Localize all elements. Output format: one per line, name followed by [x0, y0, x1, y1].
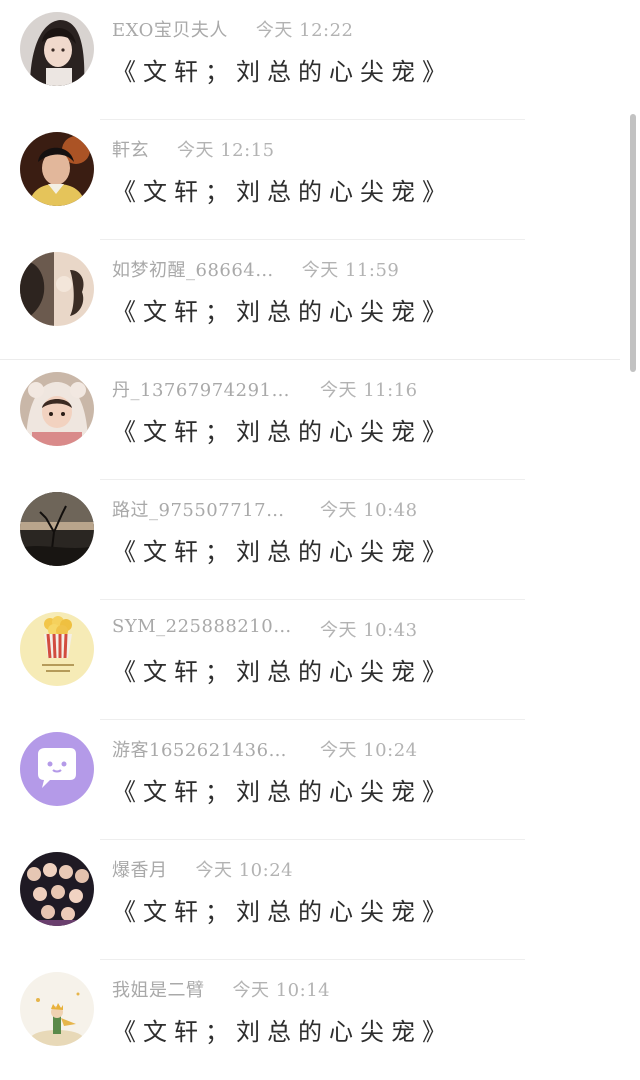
- girl-portrait-avatar[interactable]: [20, 12, 94, 86]
- silhouette-avatar[interactable]: [20, 252, 94, 326]
- child-avatar[interactable]: [20, 372, 94, 446]
- comment-meta: 路过_9755077171… 今天 10:48: [112, 496, 418, 524]
- comment-text: 《文轩；刘总的心尖宠》: [112, 778, 453, 806]
- comment-item[interactable]: SYM_22588821076… 今天 10:43 《文轩；刘总的心尖宠》: [0, 600, 620, 720]
- comment-item[interactable]: 丹_1376797429140… 今天 11:16 《文轩；刘总的心尖宠》: [0, 360, 620, 480]
- comment-text: 《文轩；刘总的心尖宠》: [112, 58, 453, 86]
- comment-item[interactable]: 路过_9755077171… 今天 10:48 《文轩；刘总的心尖宠》: [0, 480, 620, 600]
- timestamp: 今天 11:16: [320, 380, 418, 401]
- vertical-scrollbar[interactable]: [630, 114, 636, 372]
- little-prince-avatar[interactable]: [20, 972, 94, 1046]
- comment-meta: 游客16526214362… 今天 10:24: [112, 736, 418, 764]
- comment-meta: 我姐是二臂 今天 10:14: [112, 976, 330, 1004]
- comment-item[interactable]: EXO宝贝夫人 今天 12:22 《文轩；刘总的心尖宠》: [0, 0, 620, 120]
- comment-text: 《文轩；刘总的心尖宠》: [112, 658, 453, 686]
- comment-meta: 爆香月 今天 10:24: [112, 856, 293, 884]
- username[interactable]: 丹_1376797429140…: [112, 376, 292, 402]
- username[interactable]: 如梦初醒_68664…: [112, 256, 274, 282]
- username[interactable]: 游客16526214362…: [112, 736, 292, 762]
- comment-text: 《文轩；刘总的心尖宠》: [112, 418, 453, 446]
- timestamp: 今天 10:43: [320, 620, 418, 641]
- username[interactable]: EXO宝贝夫人: [112, 16, 228, 42]
- username[interactable]: 我姐是二臂: [112, 976, 205, 1002]
- comment-meta: SYM_22588821076… 今天 10:43: [112, 616, 418, 644]
- comment-meta: 丹_1376797429140… 今天 11:16: [112, 376, 418, 404]
- comment-text: 《文轩；刘总的心尖宠》: [112, 538, 453, 566]
- timestamp: 今天 10:24: [195, 860, 294, 881]
- username[interactable]: 路过_9755077171…: [112, 496, 292, 522]
- comment-text: 《文轩；刘总的心尖宠》: [112, 898, 453, 926]
- comment-meta: 軒玄 今天 12:15: [112, 136, 275, 164]
- username[interactable]: 爆香月: [112, 856, 168, 882]
- timestamp: 今天 10:24: [320, 740, 418, 761]
- comment-text: 《文轩；刘总的心尖宠》: [112, 178, 453, 206]
- dusk-landscape-avatar[interactable]: [20, 492, 94, 566]
- timestamp: 今天 12:15: [177, 140, 275, 161]
- comment-item[interactable]: 軒玄 今天 12:15 《文轩；刘总的心尖宠》: [0, 120, 620, 240]
- comment-item[interactable]: 我姐是二臂 今天 10:14 《文轩；刘总的心尖宠》: [0, 960, 620, 1080]
- comment-item[interactable]: 如梦初醒_68664… 今天 11:59 《文轩；刘总的心尖宠》: [0, 240, 620, 360]
- boy-portrait-avatar[interactable]: [20, 132, 94, 206]
- chat-bubble-avatar[interactable]: [20, 732, 94, 806]
- comment-text: 《文轩；刘总的心尖宠》: [112, 298, 453, 326]
- timestamp: 今天 11:59: [301, 260, 400, 281]
- timestamp: 今天 10:14: [232, 980, 331, 1001]
- comment-meta: 如梦初醒_68664… 今天 11:59: [112, 256, 399, 284]
- comment-meta: EXO宝贝夫人 今天 12:22: [112, 16, 354, 44]
- username[interactable]: 軒玄: [112, 136, 149, 162]
- username[interactable]: SYM_22588821076…: [112, 616, 292, 637]
- popcorn-avatar[interactable]: [20, 612, 94, 686]
- comment-text: 《文轩；刘总的心尖宠》: [112, 1018, 453, 1046]
- timestamp: 今天 10:48: [320, 500, 418, 521]
- timestamp: 今天 12:22: [255, 20, 354, 41]
- comment-item[interactable]: 爆香月 今天 10:24 《文轩；刘总的心尖宠》: [0, 840, 620, 960]
- group-photo-avatar[interactable]: [20, 852, 94, 926]
- comment-item[interactable]: 游客16526214362… 今天 10:24 《文轩；刘总的心尖宠》: [0, 720, 620, 840]
